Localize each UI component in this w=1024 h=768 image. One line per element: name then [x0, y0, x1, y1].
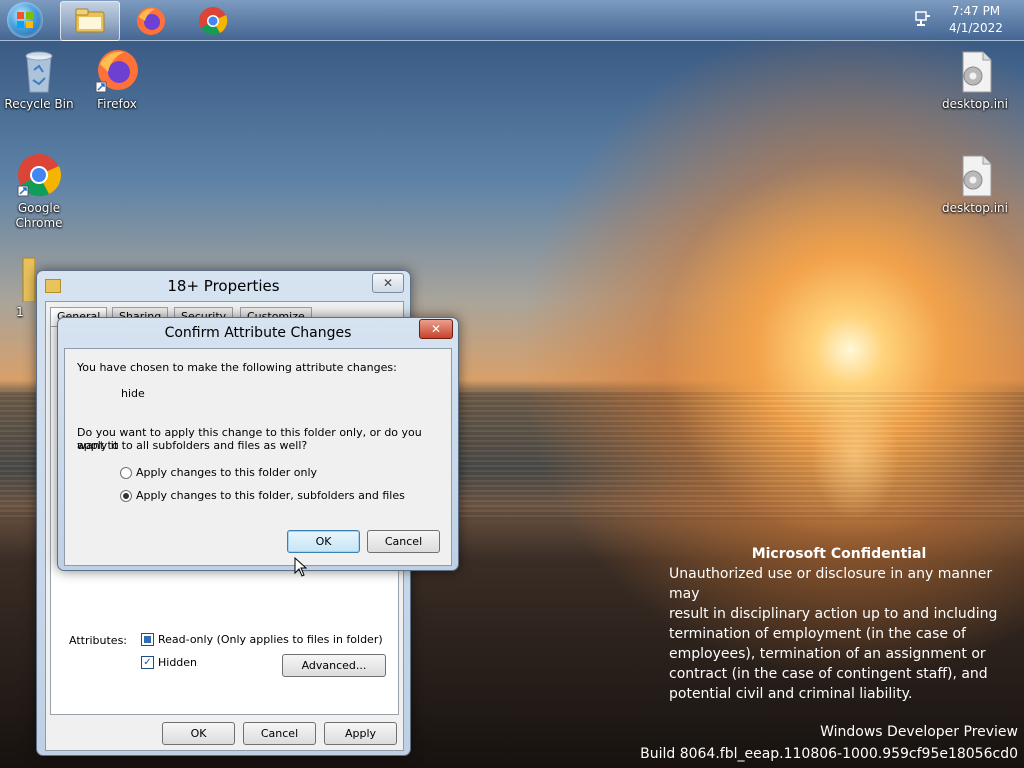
radio-selected-icon — [120, 489, 132, 502]
ok-button[interactable]: OK — [162, 722, 235, 745]
radio-folder-subfolders-files[interactable]: Apply changes to this folder, subfolders… — [120, 489, 405, 502]
firefox-icon — [137, 7, 165, 35]
desktop-icon-desktop-ini-2[interactable]: desktop.ini — [936, 154, 1014, 216]
desktop-icon-label: 1 — [16, 305, 24, 319]
os-build-string: Build 8064.fbl_eeap.110806-1000.959cf95e… — [640, 746, 1018, 762]
desktop-icon-recycle-bin[interactable]: Recycle Bin — [0, 48, 78, 112]
chrome-icon — [199, 7, 228, 35]
clock-date: 4/1/2022 — [949, 21, 1003, 35]
radio-label: Apply changes to this folder only — [136, 466, 318, 479]
confidential-line: contract (in the case of contingent staf… — [669, 666, 988, 682]
start-button[interactable] — [7, 2, 43, 38]
confidential-title: Microsoft Confidential — [751, 546, 927, 562]
taskbar-clock[interactable]: 7:47 PM 4/1/2022 — [940, 3, 1012, 37]
radio-folder-only[interactable]: Apply changes to this folder only — [120, 466, 317, 479]
taskbar-firefox-button[interactable] — [122, 1, 180, 39]
desktop-icon-label: desktop.ini — [942, 97, 1008, 111]
folder-icon — [75, 8, 105, 33]
mouse-pointer-icon — [294, 557, 308, 577]
desktop-icon-folder[interactable]: 1 — [0, 256, 40, 320]
desktop-icon-firefox[interactable]: Firefox — [78, 48, 156, 112]
windows-logo-icon — [17, 12, 33, 28]
checkbox-indeterminate-icon — [141, 633, 154, 646]
confidential-notice: Microsoft Confidential Unauthorized use … — [669, 544, 1009, 704]
confidential-line: potential civil and criminal liability. — [669, 686, 913, 702]
confidential-line: result in disciplinary action up to and … — [669, 606, 998, 622]
change-value: hide — [121, 387, 145, 400]
radio-label: Apply changes to this folder, subfolders… — [136, 489, 405, 502]
taskbar-explorer-button[interactable] — [60, 1, 120, 41]
radio-unselected-icon — [120, 466, 132, 479]
settings-file-icon — [962, 155, 992, 197]
hidden-checkbox[interactable]: ✓ Hidden — [141, 656, 197, 669]
ok-button[interactable]: OK — [287, 530, 360, 553]
cancel-button[interactable]: Cancel — [243, 722, 316, 745]
window-title: Confirm Attribute Changes — [164, 325, 352, 341]
advanced-button[interactable]: Advanced... — [282, 654, 386, 677]
taskbar-chrome-button[interactable] — [184, 1, 242, 39]
window-title: 18+ Properties — [167, 277, 280, 295]
network-icon[interactable] — [914, 10, 932, 28]
desktop-icon-label: Firefox — [97, 97, 137, 111]
settings-file-icon — [962, 51, 992, 93]
readonly-checkbox[interactable]: Read-only (Only applies to files in fold… — [141, 633, 383, 646]
desktop-icon-label: Recycle Bin — [4, 97, 74, 111]
readonly-label: Read-only (Only applies to files in fold… — [158, 633, 383, 646]
taskbar: 7:47 PM 4/1/2022 — [0, 0, 1024, 41]
confidential-line: termination of employment (in the case o… — [669, 626, 966, 642]
clock-time: 7:47 PM — [951, 4, 1001, 18]
cancel-button[interactable]: Cancel — [367, 530, 440, 553]
confirm-body: You have chosen to make the following at… — [64, 348, 452, 566]
firefox-icon — [95, 50, 138, 93]
confirm-attribute-changes-window: Confirm Attribute Changes ✕ You have cho… — [57, 317, 459, 571]
chrome-icon — [17, 154, 62, 197]
apply-button[interactable]: Apply — [324, 722, 397, 745]
attributes-label: Attributes: — [69, 634, 128, 647]
question-text-line2: apply it to all subfolders and files as … — [77, 439, 308, 452]
checkbox-checked-icon: ✓ — [141, 656, 154, 669]
recycle-bin-icon — [25, 51, 53, 93]
wallpaper-sun-reflection — [810, 390, 900, 520]
desktop-icon-desktop-ini-1[interactable]: desktop.ini — [936, 50, 1014, 112]
confidential-line: Unauthorized use or disclosure in any ma… — [669, 566, 993, 602]
close-button[interactable]: ✕ — [372, 273, 404, 293]
hidden-label: Hidden — [158, 656, 198, 669]
folder-icon — [22, 257, 35, 302]
desktop-icon-chrome[interactable]: Google Chrome — [0, 152, 78, 231]
close-button[interactable]: ✕ — [419, 319, 453, 339]
intro-text: You have chosen to make the following at… — [77, 361, 397, 374]
os-product-name: Windows Developer Preview — [820, 724, 1018, 740]
desktop-icon-label: desktop.ini — [942, 201, 1008, 215]
confidential-line: employees), termination of an assignment… — [669, 646, 986, 662]
desktop-icon-label: Google Chrome — [15, 201, 63, 230]
